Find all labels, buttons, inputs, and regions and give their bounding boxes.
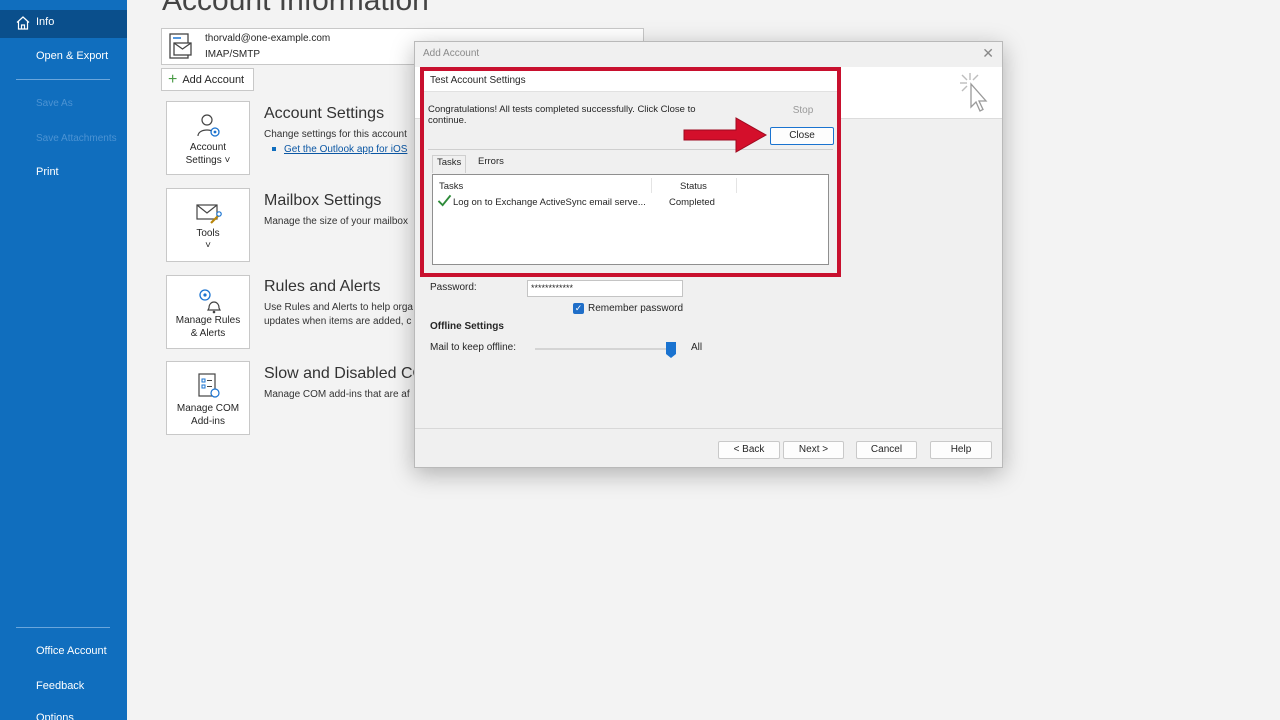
- dialog-divider: [415, 428, 1002, 429]
- mail-offline-slider-track[interactable]: [535, 348, 673, 350]
- test-settings-title: Test Account Settings: [430, 75, 526, 86]
- nav-item-open-export[interactable]: Open & Export: [36, 50, 108, 62]
- mail-offline-value: All: [691, 342, 703, 353]
- password-field[interactable]: ************: [527, 280, 683, 297]
- stop-button: Stop: [772, 102, 834, 119]
- backstage-nav: Info Open & Export Save As Save Attachme…: [0, 0, 127, 720]
- nav-divider: [16, 627, 110, 628]
- nav-item-options[interactable]: Options: [36, 712, 74, 720]
- tile-label: Account: [189, 142, 227, 153]
- cancel-button[interactable]: Cancel: [856, 441, 917, 459]
- task-row-name: Log on to Exchange ActiveSync email serv…: [453, 197, 646, 208]
- tile-label: Manage Rules: [175, 315, 241, 326]
- manage-rules-tile[interactable]: Manage Rules & Alerts: [166, 275, 250, 349]
- column-header-tasks[interactable]: Tasks: [439, 181, 463, 192]
- back-button[interactable]: < Back: [718, 441, 780, 459]
- account-settings-desc: Change settings for this account: [264, 129, 407, 140]
- manage-com-tile[interactable]: Manage COM Add-ins: [166, 361, 250, 435]
- rules-alerts-desc: updates when items are added, c: [264, 316, 412, 327]
- check-icon: [437, 194, 452, 207]
- tile-label: Settings ˅: [185, 155, 231, 166]
- close-icon[interactable]: ✕: [982, 45, 994, 62]
- tab-errors[interactable]: Errors: [474, 155, 508, 168]
- account-settings-icon: [197, 114, 220, 137]
- tile-label: Manage COM: [176, 403, 240, 414]
- tile-label: & Alerts: [190, 328, 226, 339]
- nav-item-save-attachments: Save Attachments: [36, 133, 117, 144]
- close-button[interactable]: Close: [770, 127, 834, 145]
- tasks-list: Tasks Status Log on to Exchange ActiveSy…: [432, 174, 829, 265]
- com-addins-title: Slow and Disabled CO: [264, 365, 425, 382]
- add-account-label: Add Account: [182, 73, 245, 86]
- rules-alerts-icon: [199, 289, 221, 314]
- add-account-button[interactable]: + Add Account: [161, 68, 254, 91]
- remember-password-checkbox[interactable]: ✓: [573, 303, 584, 314]
- plus-icon: +: [168, 70, 178, 88]
- test-account-settings-dialog: Test Account Settings Congratulations! A…: [420, 67, 841, 277]
- account-type: IMAP/SMTP: [205, 49, 261, 60]
- nav-divider: [16, 79, 110, 80]
- nav-item-feedback[interactable]: Feedback: [36, 680, 84, 692]
- arrow-right-icon: [683, 117, 768, 153]
- outlook-ios-link[interactable]: Get the Outlook app for iOS: [272, 144, 407, 155]
- chevron-down-icon: ˅: [205, 240, 211, 251]
- account-settings-tile[interactable]: Account Settings ˅: [166, 101, 250, 175]
- column-divider: [736, 178, 737, 193]
- nav-item-info-label: Info: [36, 16, 55, 28]
- help-button[interactable]: Help: [930, 441, 992, 459]
- nav-item-info[interactable]: Info: [0, 10, 127, 38]
- column-divider: [651, 178, 652, 193]
- tools-icon: [196, 204, 222, 224]
- rules-alerts-desc: Use Rules and Alerts to help orga: [264, 302, 413, 313]
- com-addins-desc: Manage COM add-ins that are af: [264, 389, 410, 400]
- nav-item-office-account[interactable]: Office Account: [36, 645, 107, 657]
- tools-tile[interactable]: Tools ˅: [166, 188, 250, 262]
- password-label: Password:: [430, 282, 477, 293]
- rules-alerts-title: Rules and Alerts: [264, 278, 381, 295]
- tab-tasks[interactable]: Tasks: [432, 155, 467, 173]
- divider: [428, 149, 833, 150]
- dialog-title: Add Account: [423, 48, 480, 59]
- mailbox-settings-title: Mailbox Settings: [264, 192, 382, 209]
- nav-item-print[interactable]: Print: [36, 166, 59, 178]
- next-button[interactable]: Next >: [783, 441, 844, 459]
- offline-settings-heading: Offline Settings: [430, 321, 504, 332]
- mailbox-icon: [169, 33, 192, 59]
- tile-label: Add-ins: [191, 416, 225, 427]
- mail-offline-slider-handle[interactable]: [666, 342, 676, 358]
- column-header-status[interactable]: Status: [680, 181, 707, 192]
- nav-item-save-as: Save As: [36, 98, 73, 109]
- account-email: thorvald@one-example.com: [205, 33, 331, 44]
- cursor-sparkle-icon: [960, 73, 988, 112]
- home-icon: [16, 16, 30, 30]
- task-row-status: Completed: [669, 197, 715, 208]
- bullet-icon: [272, 147, 276, 152]
- mailbox-settings-desc: Manage the size of your mailbox: [264, 216, 408, 227]
- outlook-ios-link-text[interactable]: Get the Outlook app for iOS: [284, 144, 407, 155]
- mail-offline-label: Mail to keep offline:: [430, 342, 516, 353]
- com-addins-icon: [198, 373, 220, 398]
- page-title: Account Information: [162, 0, 429, 17]
- test-settings-title-bar: Test Account Settings: [424, 71, 837, 92]
- account-settings-title: Account Settings: [264, 105, 385, 122]
- remember-password-label: Remember password: [588, 303, 684, 314]
